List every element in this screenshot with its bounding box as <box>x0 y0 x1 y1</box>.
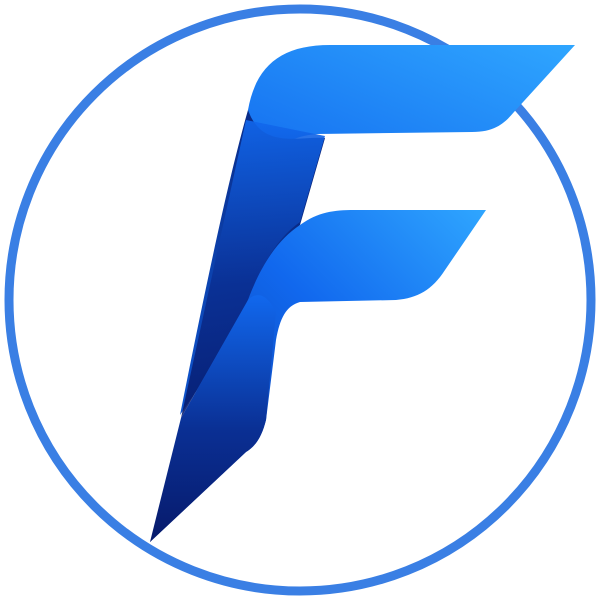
f-logo-emblem <box>4 4 596 596</box>
logo-canvas <box>0 0 600 600</box>
